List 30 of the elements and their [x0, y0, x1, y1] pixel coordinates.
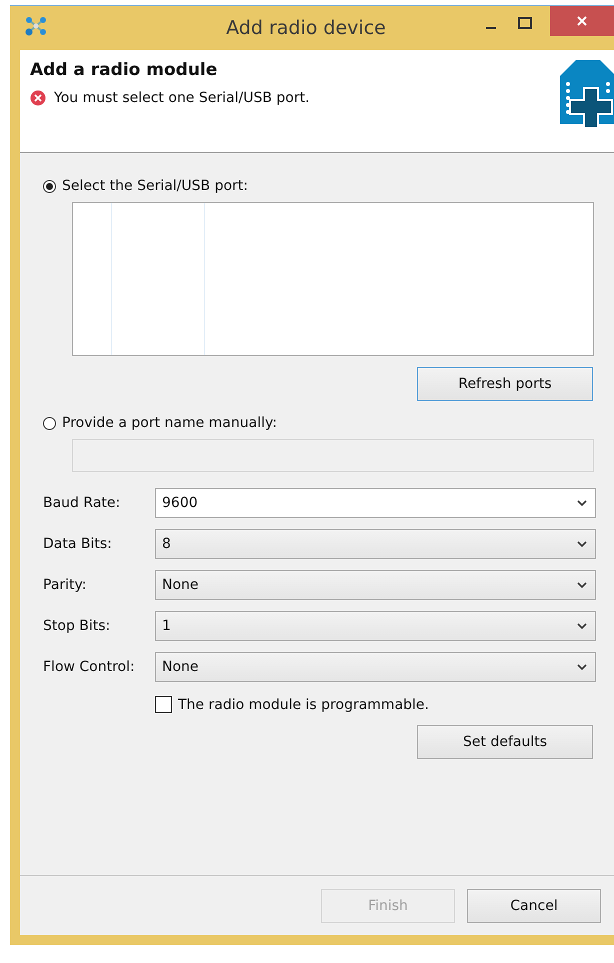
field-label: Parity: — [43, 577, 88, 593]
refresh-button[interactable]: Refresh ports — [417, 367, 593, 401]
dropdown[interactable]: 8 — [155, 529, 596, 559]
dialog-button[interactable]: Cancel — [467, 888, 601, 922]
chevron-down-icon — [577, 500, 587, 506]
chevron-down-icon — [577, 664, 587, 670]
field-label: Data Bits: — [43, 536, 113, 552]
chevron-down-icon — [577, 622, 587, 630]
close-icon — [576, 15, 588, 27]
dropdown[interactable]: None — [155, 570, 596, 600]
radio-button[interactable] — [43, 180, 56, 192]
checkbox[interactable] — [155, 696, 172, 713]
error-icon — [30, 90, 46, 106]
radio-label[interactable]: Select the Serial/USB port: — [62, 178, 248, 194]
field-label: Stop Bits: — [43, 618, 112, 634]
set-defaults-button[interactable]: Set defaults — [417, 725, 593, 759]
maximize-icon — [518, 17, 532, 29]
error-message: You must select one Serial/USB port. — [54, 90, 310, 106]
chevron-down-icon — [577, 582, 587, 588]
field-label: Baud Rate: — [43, 495, 122, 511]
field-label: Flow Control: — [43, 659, 136, 675]
chevron-down-icon — [577, 540, 587, 548]
window-title: Add radio device — [225, 17, 387, 39]
minimize-icon — [486, 27, 496, 29]
network-nodes-icon — [24, 16, 48, 36]
programmable-checkbox[interactable]: The radio module is programmable. — [155, 696, 614, 713]
dropdown[interactable]: 9600 — [155, 488, 596, 518]
dropdown[interactable]: 1 — [155, 611, 596, 641]
page-title: Add a radio module — [30, 60, 218, 80]
dropdown[interactable]: None — [155, 652, 596, 682]
